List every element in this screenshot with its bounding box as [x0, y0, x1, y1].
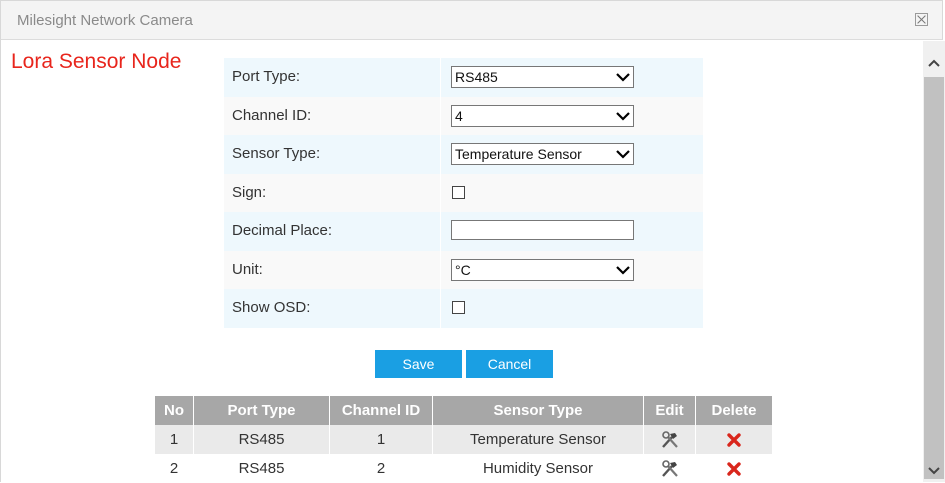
page-heading: Lora Sensor Node — [11, 50, 182, 73]
row-divider — [440, 173, 441, 212]
title-bar: Milesight Network Camera — [0, 0, 943, 40]
column-header-no: No — [155, 396, 194, 425]
wrench-hammer-icon[interactable] — [660, 430, 680, 449]
row-divider — [440, 250, 441, 289]
chevron-down-icon — [616, 265, 630, 275]
save-button[interactable]: Save — [375, 350, 462, 378]
close-icon[interactable] — [915, 13, 928, 26]
cell-port-type: RS485 — [193, 425, 330, 454]
decimal-place-row: Decimal Place: — [224, 212, 703, 251]
scroll-down-icon[interactable] — [927, 466, 941, 476]
sensor-type-label: Sensor Type: — [232, 145, 321, 162]
row-divider — [440, 58, 441, 97]
cell-port-type: RS485 — [193, 454, 330, 483]
unit-select[interactable]: °C — [451, 258, 634, 281]
row-divider — [440, 135, 441, 174]
row-divider — [440, 212, 441, 251]
chevron-down-icon — [616, 73, 630, 82]
column-header-delete: Delete — [695, 396, 772, 425]
port-type-row: Port Type: RS485 — [224, 58, 703, 97]
channel-id-row: Channel ID: 4 — [224, 96, 703, 135]
table-row: 1 RS485 1 Temperature Sensor — [155, 425, 772, 454]
sensor-type-row: Sensor Type: Temperature Sensor — [224, 135, 703, 174]
cell-no: 2 — [155, 454, 194, 483]
scrollbar-thumb[interactable] — [924, 77, 944, 479]
port-type-label: Port Type: — [232, 68, 301, 85]
show-osd-label: Show OSD: — [232, 299, 311, 316]
table-row: 2 RS485 2 Humidity Sensor — [155, 454, 772, 483]
edit-cell — [643, 425, 696, 454]
unit-label: Unit: — [232, 260, 263, 278]
sensor-table: No Port Type Channel ID Sensor Type Edit… — [155, 396, 772, 483]
column-header-edit: Edit — [643, 396, 696, 425]
show-osd-row: Show OSD: — [224, 289, 703, 328]
red-x-icon[interactable] — [727, 433, 741, 447]
unit-row: Unit: °C — [224, 250, 703, 289]
vertical-scrollbar[interactable] — [923, 41, 945, 482]
sign-checkbox[interactable] — [452, 185, 465, 199]
port-type-select[interactable]: RS485 — [451, 66, 634, 88]
channel-id-label: Channel ID: — [232, 106, 312, 124]
decimal-place-label: Decimal Place: — [232, 222, 333, 239]
column-header-port-type: Port Type — [193, 396, 330, 425]
column-header-sensor-type: Sensor Type — [432, 396, 644, 425]
cell-channel-id: 2 — [329, 454, 433, 483]
delete-cell — [695, 454, 772, 483]
chevron-down-icon — [616, 150, 630, 159]
row-divider — [440, 289, 441, 328]
row-divider — [440, 96, 441, 135]
sign-label: Sign: — [232, 183, 267, 201]
delete-cell — [695, 425, 772, 454]
sensor-type-select[interactable]: Temperature Sensor — [451, 143, 634, 165]
sensor-type-value: Temperature Sensor — [455, 146, 582, 162]
left-frame — [0, 40, 1, 482]
port-type-value: RS485 — [455, 69, 498, 85]
cell-channel-id: 1 — [329, 425, 433, 454]
sign-row: Sign: — [224, 173, 703, 212]
cancel-button[interactable]: Cancel — [466, 350, 553, 378]
channel-id-select[interactable]: 4 — [451, 104, 634, 127]
scroll-up-icon[interactable] — [927, 58, 941, 68]
unit-value: °C — [455, 261, 471, 278]
edit-cell — [643, 454, 696, 483]
decimal-place-input[interactable] — [451, 220, 634, 240]
red-x-icon[interactable] — [727, 462, 741, 476]
show-osd-checkbox[interactable] — [452, 301, 465, 314]
cell-no: 1 — [155, 425, 194, 454]
chevron-down-icon — [616, 111, 630, 121]
cell-sensor-type: Humidity Sensor — [432, 454, 644, 483]
cell-sensor-type: Temperature Sensor — [432, 425, 644, 454]
table-header-row: No Port Type Channel ID Sensor Type Edit… — [155, 396, 772, 425]
wrench-hammer-icon[interactable] — [660, 459, 680, 478]
channel-id-value: 4 — [455, 107, 463, 124]
column-header-channel-id: Channel ID — [329, 396, 433, 425]
window-title: Milesight Network Camera — [17, 12, 193, 29]
sensor-form: Port Type: RS485 Channel ID: 4 Sensor Ty… — [224, 58, 703, 328]
